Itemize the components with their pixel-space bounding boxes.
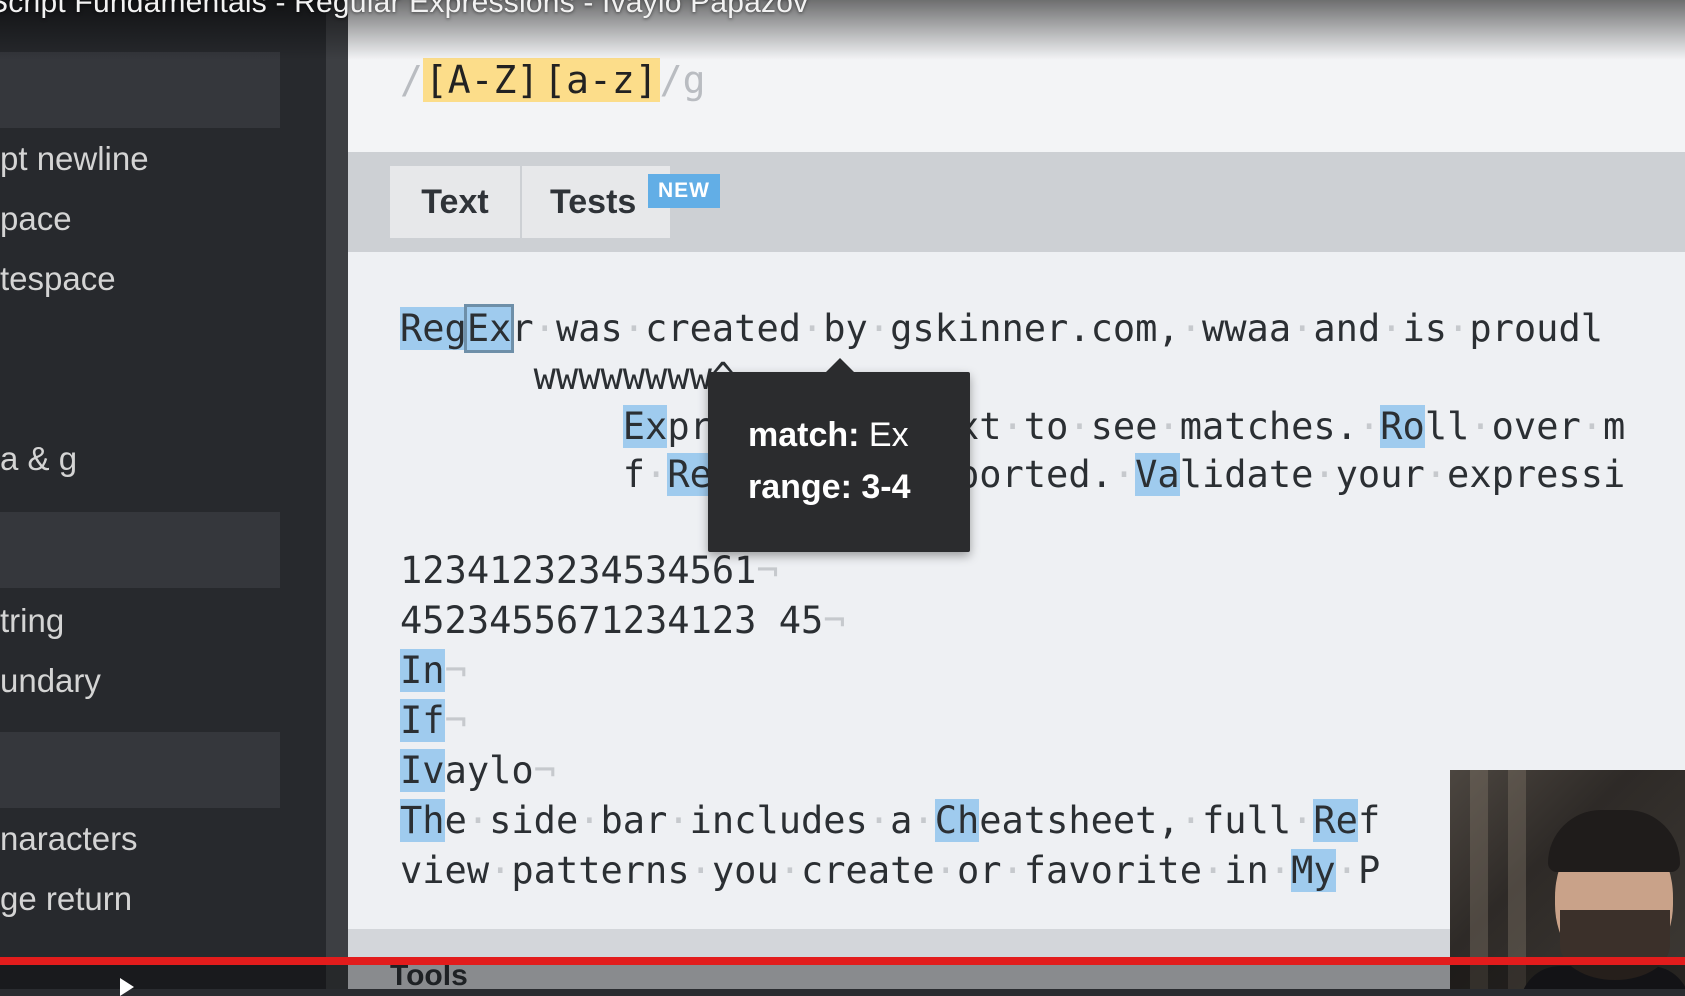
text-line: 1234123234534561¬ [400, 549, 779, 592]
video-progress-bar[interactable] [0, 957, 1685, 965]
play-icon[interactable] [120, 978, 134, 996]
sidebar-section-header [0, 52, 280, 128]
regex-close-delimiter: / [659, 58, 683, 102]
text-line: view·patterns·you·create·or·favorite·in·… [400, 849, 1381, 892]
tooltip-match: match: Ex [748, 416, 909, 454]
text-line: If¬ [400, 699, 467, 742]
presenter-hair [1548, 810, 1680, 872]
regex-open-delimiter: / [400, 58, 423, 102]
text-line: Ivaylo¬ [400, 749, 556, 792]
tooltip-range: range: 3-4 [748, 468, 911, 506]
sidebar: pt newline pace tespace a & g tring unda… [0, 0, 326, 989]
text-line: f·RegEx·are·supported.·Validate·your·exp… [400, 453, 1626, 496]
regex-flags[interactable]: g [683, 58, 706, 102]
sidebar-item-carriage-return[interactable]: ge return [0, 880, 132, 918]
regex-class-lowercase: [a-z] [541, 58, 660, 102]
tab-text[interactable]: Text [390, 166, 522, 238]
regex-class-uppercase: [A-Z] [422, 58, 542, 102]
sidebar-item-space[interactable]: pace [0, 200, 72, 238]
text-line: wwwwwwww^¬ [400, 355, 757, 398]
text-line: The·side·bar·includes·a·Cheatsheet,·full… [400, 799, 1381, 842]
sidebar-section-header [0, 512, 280, 588]
regex-expression[interactable]: /[A-Z] [a-z]/g [400, 58, 705, 102]
text-line: 4523455671234123 45¬ [400, 599, 846, 642]
text-line: RegExr·was·created·by·gskinner.com,·wwaa… [400, 304, 1603, 353]
video-title: Script Fundamentals - Regular Expression… [0, 0, 809, 19]
expression-bar[interactable]: /[A-Z] [a-z]/g [348, 0, 1685, 152]
match-tooltip: match: Ex range: 3-4 [708, 358, 970, 552]
sidebar-item-whitespace[interactable]: tespace [0, 260, 116, 298]
tabs-bar: Text Tests NEW [348, 152, 1685, 252]
text-line: Expression·&·Text·to·see·matches.·Roll·o… [622, 405, 1626, 448]
sidebar-section-header [0, 732, 280, 808]
text-line: In¬ [400, 649, 467, 692]
tab-tests-label: Tests [550, 182, 637, 221]
sidebar-item-string[interactable]: tring [0, 602, 64, 640]
new-badge: NEW [648, 174, 720, 208]
sidebar-item-characters[interactable]: naracters [0, 820, 138, 858]
sidebar-item-newline[interactable]: pt newline [0, 140, 149, 178]
player-controls-bar [0, 965, 1685, 989]
sidebar-divider[interactable] [326, 0, 348, 989]
sidebar-item-boundary[interactable]: undary [0, 662, 101, 700]
sidebar-item-flags[interactable]: a & g [0, 440, 77, 478]
